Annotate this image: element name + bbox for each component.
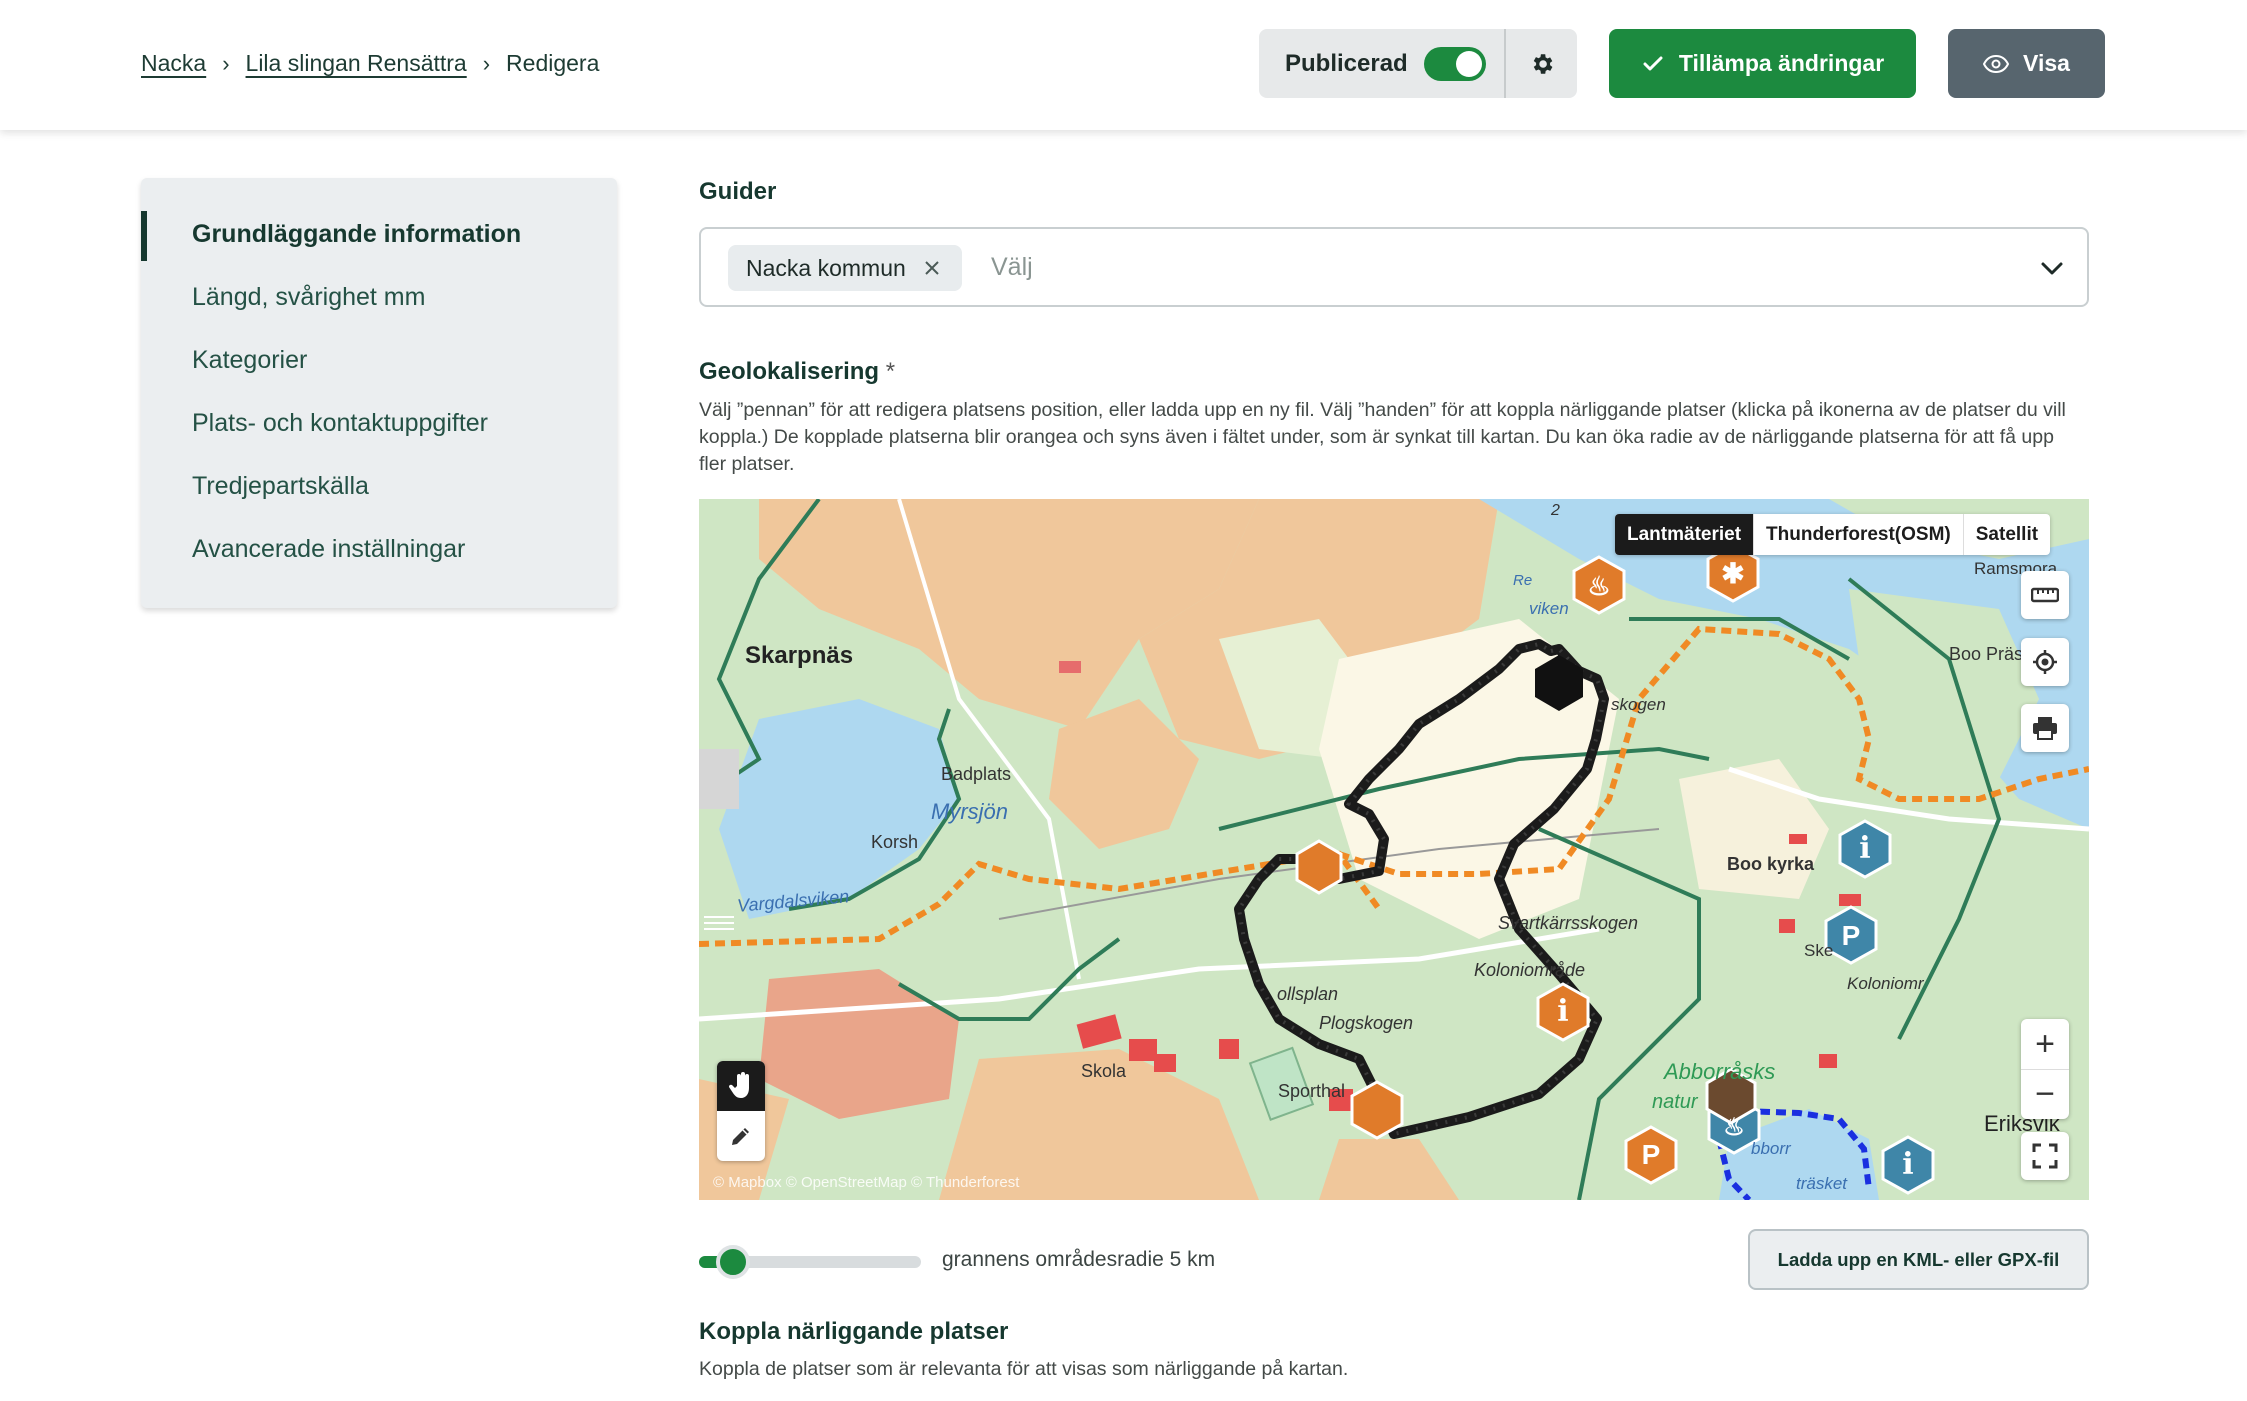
zoom-controls: + −	[2021, 1019, 2069, 1119]
measure-button[interactable]	[2021, 571, 2069, 619]
map-tool-group	[717, 1061, 765, 1161]
section-sidebar: Grundläggande information Längd, svårigh…	[141, 178, 617, 608]
map-label: 2	[1551, 502, 1560, 519]
published-toggle[interactable]	[1423, 46, 1486, 81]
svg-text:P: P	[1642, 1139, 1661, 1170]
view-button[interactable]: Visa	[1948, 29, 2105, 98]
map-label: natur	[1652, 1091, 1698, 1113]
zoom-out-button[interactable]: −	[2021, 1069, 2069, 1119]
geolocation-title: Geolokalisering *	[699, 358, 895, 386]
sidebar-item-basic-info[interactable]: Grundläggande information	[192, 220, 521, 249]
map-label: Ske	[1804, 941, 1834, 960]
breadcrumb: Nacka › Lila slingan Rensättra › Rediger…	[141, 50, 599, 77]
required-mark: *	[885, 358, 896, 385]
toggle-knob	[1455, 50, 1482, 77]
hand-icon	[728, 1072, 749, 1098]
print-button[interactable]	[2021, 704, 2069, 752]
breadcrumb-separator: ›	[482, 50, 491, 76]
map-label: Koloniområde	[1474, 960, 1586, 980]
map-label: Badplats	[941, 764, 1012, 784]
map-layer-tabs: Lantmäteriet Thunderforest(OSM) Satellit	[1615, 514, 2051, 555]
map-label: Abborråsks	[1664, 1059, 1776, 1084]
layer-tab-lantmateriet[interactable]: Lantmäteriet	[1615, 514, 1755, 555]
map-label: ollsplan	[1277, 984, 1339, 1004]
svg-text:✱: ✱	[1721, 558, 1744, 589]
publish-group: Publicerad	[1259, 29, 1577, 98]
radius-label: grannens områdesradie 5 km	[942, 1248, 1216, 1271]
breadcrumb-link-nacka[interactable]: Nacka	[141, 50, 206, 77]
sidebar-item-categories[interactable]: Kategorier	[192, 346, 307, 375]
breadcrumb-link-trail[interactable]: Lila slingan Rensättra	[246, 50, 467, 77]
ruler-icon	[2031, 587, 2059, 603]
zoom-in-button[interactable]: +	[2021, 1019, 2069, 1069]
map-label: Sporthal	[1278, 1081, 1346, 1101]
gear-icon	[1533, 53, 1552, 74]
svg-text:i: i	[1902, 1147, 1913, 1182]
published-label: Publicerad	[1285, 49, 1408, 77]
eye-icon	[1983, 54, 2010, 73]
printer-icon	[2033, 717, 2057, 740]
map-label: Skarpnäs	[745, 642, 854, 669]
map-label: Skola	[1081, 1061, 1127, 1081]
breadcrumb-current: Redigera	[506, 50, 600, 76]
radius-slider[interactable]	[699, 1245, 921, 1279]
map-label: Svartkärrsskogen	[1498, 913, 1639, 933]
geolocation-description: Välj ”pennan” för att redigera platsens …	[699, 399, 2066, 475]
upload-file-button[interactable]: Ladda upp en KML- eller GPX-fil	[1748, 1229, 2089, 1290]
svg-text:P: P	[1842, 920, 1861, 951]
crosshair-icon	[2033, 650, 2057, 674]
map-attribution[interactable]: © Mapbox © OpenStreetMap © Thunderforest	[713, 1174, 1019, 1191]
svg-text:♨: ♨	[1587, 571, 1610, 601]
breadcrumb-separator: ›	[222, 50, 230, 76]
map-label: Myrsjön	[931, 799, 1009, 824]
map-label: skogen	[1611, 695, 1666, 714]
map-label: Re	[1513, 572, 1533, 589]
locate-button[interactable]	[2021, 638, 2069, 686]
map-label: Korsh	[871, 832, 919, 852]
slider-thumb[interactable]	[716, 1245, 750, 1279]
map-label: viken	[1529, 599, 1569, 618]
svg-text:♨: ♨	[1723, 1114, 1745, 1141]
nearby-description: Koppla de platser som är relevanta för a…	[699, 1358, 1349, 1380]
sidebar-item-third-party[interactable]: Tredjepartskälla	[192, 472, 369, 501]
map[interactable]: i P i i P ✱ ♨ ♨ Skarpnäs Badplats Myrsjö…	[699, 499, 2089, 1200]
guides-placeholder: Välj	[991, 253, 1033, 281]
active-indicator	[141, 211, 147, 261]
chevron-down-icon[interactable]	[2039, 255, 2065, 281]
apply-changes-button[interactable]: Tillämpa ändringar	[1609, 29, 1916, 98]
apply-changes-label: Tillämpa ändringar	[1678, 50, 1885, 76]
hand-tool-button[interactable]	[717, 1061, 765, 1111]
map-label: Boo kyrka	[1727, 854, 1815, 874]
close-icon[interactable]	[924, 260, 940, 276]
guide-chip-label: Nacka kommun	[746, 254, 906, 281]
fullscreen-button[interactable]	[2021, 1132, 2069, 1180]
top-bar: Nacka › Lila slingan Rensättra › Rediger…	[0, 0, 2247, 130]
sidebar-item-advanced[interactable]: Avancerade inställningar	[192, 535, 465, 564]
guides-title: Guider	[699, 178, 777, 205]
map-label: Plogskogen	[1319, 1013, 1414, 1033]
pen-tool-button[interactable]	[717, 1111, 765, 1161]
sidebar-item-contact[interactable]: Plats- och kontaktuppgifter	[192, 409, 488, 438]
nearby-title: Koppla närliggande platser	[699, 1318, 1009, 1345]
guide-chip: Nacka kommun	[728, 245, 962, 291]
settings-button[interactable]	[1506, 29, 1577, 98]
pencil-icon	[732, 1128, 749, 1145]
check-icon	[1643, 56, 1663, 70]
map-label: bborr	[1751, 1139, 1791, 1158]
geolocation-title-text: Geolokalisering	[699, 358, 880, 385]
sidebar-item-length[interactable]: Längd, svårighet mm	[192, 283, 425, 312]
layer-tab-thunderforest[interactable]: Thunderforest(OSM)	[1754, 514, 1964, 555]
map-label: träsket	[1796, 1174, 1848, 1193]
layer-tab-satellite[interactable]: Satellit	[1964, 514, 2050, 555]
svg-text:i: i	[1859, 831, 1870, 866]
map-label: Koloniomr	[1847, 974, 1924, 993]
svg-text:i: i	[1557, 994, 1568, 1029]
view-label: Visa	[2023, 50, 2070, 76]
guides-select[interactable]: Nacka kommun Välj	[699, 227, 2089, 307]
fullscreen-icon	[2032, 1143, 2058, 1169]
